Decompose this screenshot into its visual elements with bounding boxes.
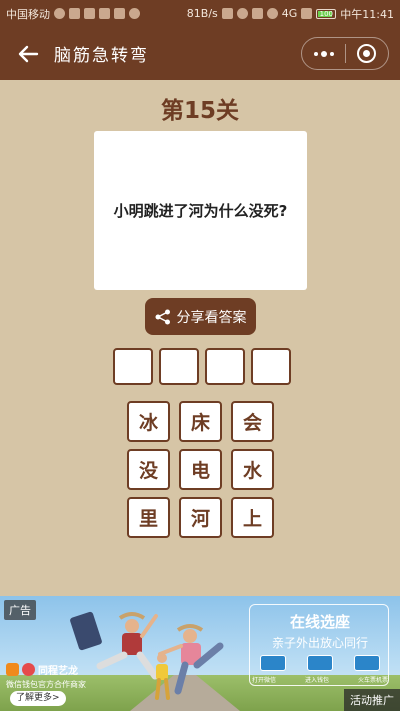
ad-step-label: 进入钱包 <box>304 677 329 684</box>
more-button[interactable] <box>302 38 345 69</box>
ad-badge: 广告 <box>4 600 36 620</box>
status-bar: 中国移动 81B/s 4G 100 中午11:41 <box>0 0 400 27</box>
wifi-icon <box>266 8 278 19</box>
ad-step-label: 火车票机票 <box>357 677 388 684</box>
train-icon <box>354 655 380 671</box>
letter-tile[interactable]: 水 <box>231 449 274 490</box>
notification-icon <box>54 8 65 19</box>
network-type: 4G <box>281 7 298 20</box>
letter-tile[interactable]: 上 <box>231 497 274 538</box>
share-icon <box>155 309 170 324</box>
more-icon <box>313 51 318 56</box>
family-jumping-image <box>70 611 224 700</box>
question-card: 小明跳进了河为什么没死? <box>94 131 307 290</box>
wechat-icon <box>260 655 286 671</box>
taobao-icon <box>114 8 125 19</box>
letter-tile[interactable]: 冰 <box>127 401 170 442</box>
miniprogram-capsule <box>301 37 389 70</box>
learn-more-button[interactable]: 了解更多> <box>10 691 66 706</box>
letter-tile[interactable]: 电 <box>179 449 222 490</box>
ad-panel-subtitle: 亲子外出放心同行 <box>271 636 368 650</box>
page-title: 脑筋急转弯 <box>54 46 149 66</box>
ad-panel-title: 在线选座 <box>289 613 350 631</box>
letter-tile[interactable]: 没 <box>127 449 170 490</box>
ad-promo-label[interactable]: 活动推广 <box>344 689 400 711</box>
tiktok-icon <box>84 8 95 19</box>
ad-slogan: 微信钱包官方合作商家 <box>6 680 86 689</box>
clock: 中午11:41 <box>340 7 394 21</box>
ad-panel: 在线选座 亲子外出放心同行 打开微信 进入钱包 火车票机票 <box>249 604 389 686</box>
elong-logo-icon <box>22 663 35 676</box>
alarm-icon <box>236 8 248 19</box>
network-speed: 81B/s <box>186 7 218 20</box>
letter-tile[interactable]: 会 <box>231 401 274 442</box>
hd-icon <box>251 8 263 19</box>
close-miniprogram-button[interactable] <box>346 38 388 69</box>
ad-banner[interactable]: 广告 同程艺龙 微信钱包官方合作商家 了解更多> 在线选座 亲子外出放心同行 打… <box>0 596 400 711</box>
dots-icon <box>129 8 140 19</box>
arrow-left-icon <box>18 45 39 62</box>
wallet-icon <box>307 655 333 671</box>
target-icon <box>357 44 377 63</box>
level-title: 第15关 <box>160 98 239 124</box>
share-button-label: 分享看答案 <box>176 309 247 326</box>
tongcheng-logo-icon <box>6 663 19 676</box>
nfc-icon <box>221 8 233 19</box>
battery-icon: 100 <box>316 8 337 19</box>
answer-slot[interactable] <box>113 348 153 385</box>
answer-slot[interactable] <box>159 348 199 385</box>
letter-tile[interactable]: 床 <box>179 401 222 442</box>
answer-slots <box>113 348 291 385</box>
letter-tile[interactable]: 河 <box>179 497 222 538</box>
ad-step-label: 打开微信 <box>252 677 277 684</box>
share-answer-button[interactable]: 分享看答案 <box>145 298 256 335</box>
answer-slot[interactable] <box>251 348 291 385</box>
question-text: 小明跳进了河为什么没死? <box>113 202 288 220</box>
back-button[interactable] <box>8 27 48 80</box>
title-bar: 脑筋急转弯 <box>0 27 400 80</box>
signal-icon <box>301 8 313 19</box>
letter-tile[interactable]: 里 <box>127 497 170 538</box>
ad-brand: 同程艺龙 <box>6 662 78 677</box>
answer-slot[interactable] <box>205 348 245 385</box>
browser-icon <box>99 8 110 19</box>
carrier-label: 中国移动 <box>6 7 50 21</box>
app-icon <box>69 8 80 19</box>
letter-grid: 冰 床 会 没 电 水 里 河 上 <box>127 401 274 538</box>
